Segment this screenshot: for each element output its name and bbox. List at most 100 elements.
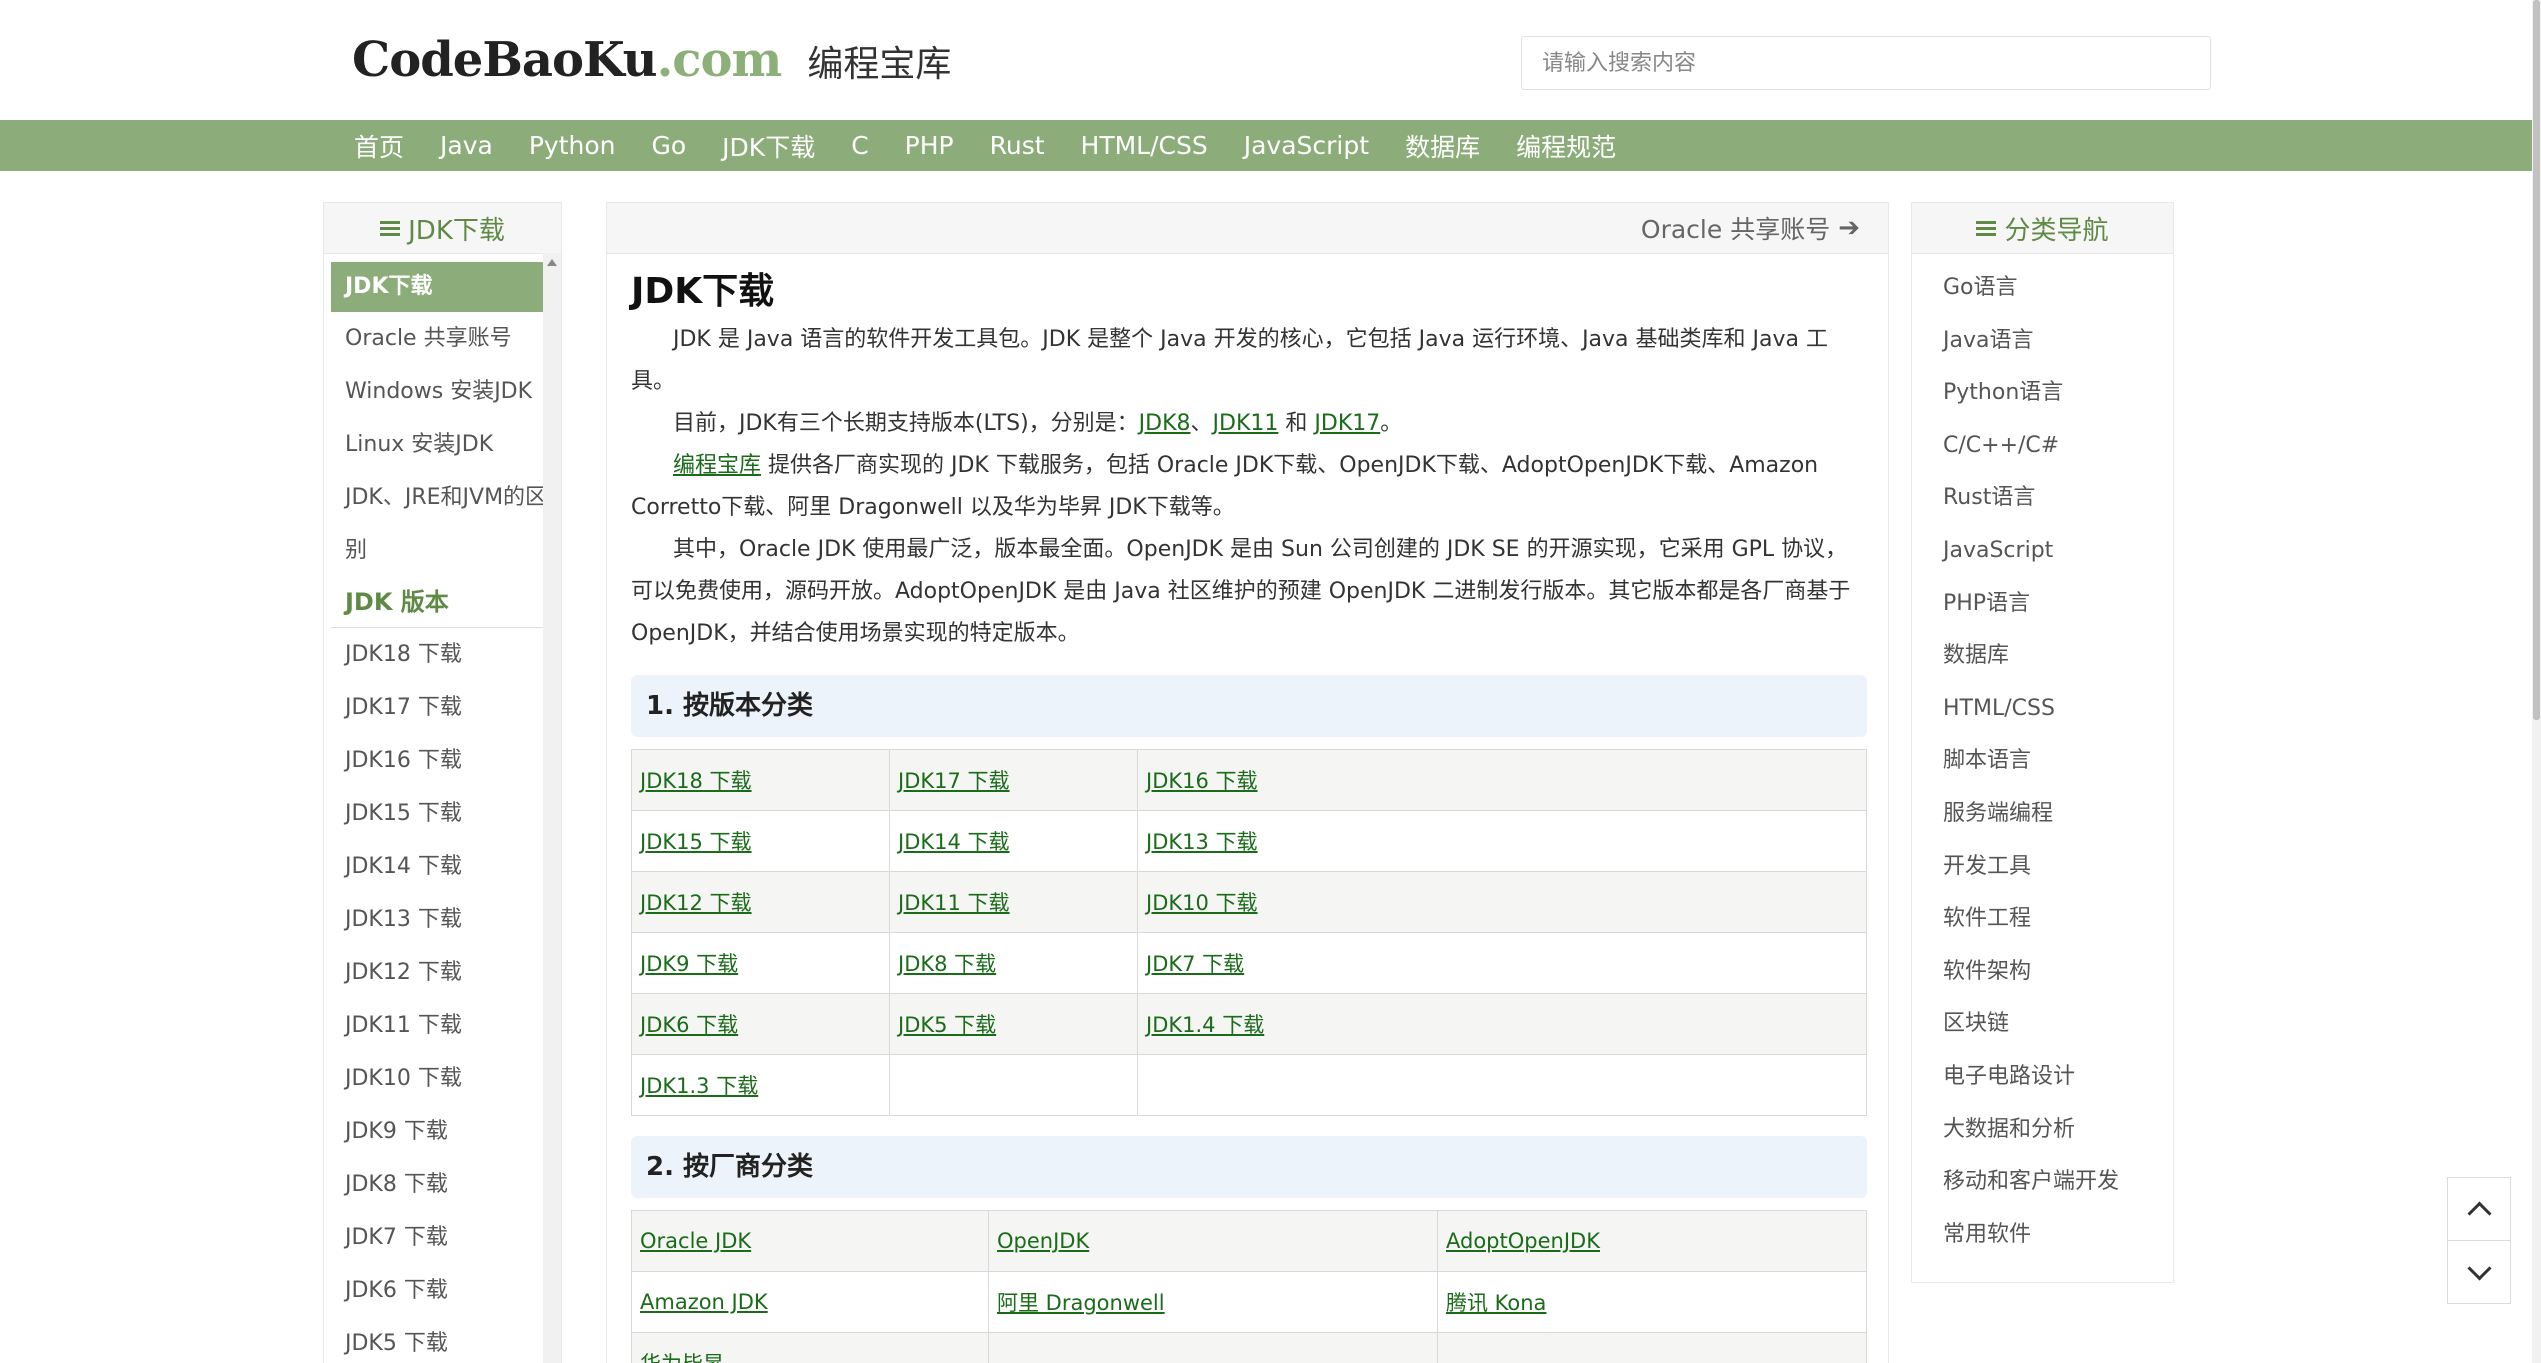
sidebar-item-jdk17[interactable]: JDK17 下载 [331,681,554,734]
nav-item-javascript[interactable]: JavaScript [1226,131,1387,160]
table-row: Amazon JDK 阿里 Dragonwell 腾讯 Kona [631,1271,1867,1333]
lts-paragraph: 目前，JDK有三个长期支持版本(LTS)，分别是：JDK8、JDK11 和 JD… [631,403,1867,445]
category-item-scripting[interactable]: 脚本语言 [1912,735,2173,788]
category-item-software-architecture[interactable]: 软件架构 [1912,946,2173,999]
category-item-software-engineering[interactable]: 软件工程 [1912,893,2173,946]
sidebar-item-jdk7[interactable]: JDK7 下载 [331,1211,554,1264]
link-jdk8[interactable]: JDK8 [1139,411,1191,436]
link-jdk5-download[interactable]: JDK5 下载 [898,1013,996,1037]
page-scrollbar-thumb[interactable] [2533,0,2540,720]
logo-tld: .com [656,32,783,88]
search-input[interactable] [1521,36,2211,90]
sidebar-item-jdk-download[interactable]: JDK下载 [331,262,554,312]
link-jdk13-download[interactable]: JDK13 下载 [1146,830,1258,854]
link-jdk6-download[interactable]: JDK6 下载 [640,1013,738,1037]
link-codebaoku[interactable]: 编程宝库 [673,453,761,478]
link-ali-dragonwell[interactable]: 阿里 Dragonwell [997,1291,1165,1315]
category-item-python[interactable]: Python语言 [1912,367,2173,420]
nav-item-html-css[interactable]: HTML/CSS [1063,131,1226,160]
category-item-c-cpp-csharp[interactable]: C/C++/C# [1912,420,2173,473]
category-item-go[interactable]: Go语言 [1912,262,2173,315]
table-cell [889,1054,1138,1116]
sidebar-item-jdk11[interactable]: JDK11 下载 [331,999,554,1052]
sidebar-item-jdk8[interactable]: JDK8 下载 [331,1158,554,1211]
nav-item-coding-standards[interactable]: 编程规范 [1498,128,1634,164]
link-jdk14-download[interactable]: JDK14 下载 [898,830,1010,854]
link-jdk12-download[interactable]: JDK12 下载 [640,891,752,915]
link-jdk1-3-download[interactable]: JDK1.3 下载 [640,1074,758,1098]
sidebar-item-linux-install[interactable]: Linux 安装JDK [331,418,554,471]
nav-item-python[interactable]: Python [511,131,634,160]
nav-item-home[interactable]: 首页 [336,128,422,164]
link-jdk1-4-download[interactable]: JDK1.4 下载 [1146,1013,1264,1037]
table-cell: Oracle JDK [631,1210,989,1272]
arrow-right-icon[interactable]: ➔ [1838,213,1860,243]
scroll-up-arrow-icon[interactable] [547,259,557,266]
category-item-common-software[interactable]: 常用软件 [1912,1209,2173,1262]
sidebar-item-jdk15[interactable]: JDK15 下载 [331,787,554,840]
sidebar-item-jdk12[interactable]: JDK12 下载 [331,946,554,999]
link-tencent-kona[interactable]: 腾讯 Kona [1446,1291,1546,1315]
category-item-javascript[interactable]: JavaScript [1912,525,2173,578]
category-item-circuit-design[interactable]: 电子电路设计 [1912,1051,2173,1104]
page-scrollbar[interactable] [2532,0,2541,1363]
scroll-to-bottom-button[interactable] [2447,1240,2511,1304]
sidebar-item-jdk5[interactable]: JDK5 下载 [331,1317,554,1363]
link-amazon-jdk[interactable]: Amazon JDK [640,1290,768,1314]
nav-item-java[interactable]: Java [422,131,511,160]
lts-text: 目前，JDK有三个长期支持版本(LTS)，分别是： [673,411,1139,436]
link-jdk11[interactable]: JDK11 [1213,411,1279,436]
link-jdk9-download[interactable]: JDK9 下载 [640,952,738,976]
category-item-blockchain[interactable]: 区块链 [1912,998,2173,1051]
link-oracle-jdk[interactable]: Oracle JDK [640,1229,751,1253]
category-item-html-css[interactable]: HTML/CSS [1912,683,2173,736]
link-jdk10-download[interactable]: JDK10 下载 [1146,891,1258,915]
table-cell: OpenJDK [988,1210,1438,1272]
category-item-mobile-client[interactable]: 移动和客户端开发 [1912,1156,2173,1209]
category-item-big-data[interactable]: 大数据和分析 [1912,1104,2173,1157]
link-openjdk[interactable]: OpenJDK [997,1229,1089,1253]
link-jdk16-download[interactable]: JDK16 下载 [1146,769,1258,793]
sidebar-item-jdk14[interactable]: JDK14 下载 [331,840,554,893]
nav-item-php[interactable]: PHP [887,131,972,160]
link-jdk17-download[interactable]: JDK17 下载 [898,769,1010,793]
main-nav: 首页 Java Python Go JDK下载 C PHP Rust HTML/… [0,120,2532,171]
category-item-php[interactable]: PHP语言 [1912,578,2173,631]
category-item-server[interactable]: 服务端编程 [1912,788,2173,841]
category-item-rust[interactable]: Rust语言 [1912,472,2173,525]
logo-brand: CodeBaoKu [352,32,658,88]
category-item-java[interactable]: Java语言 [1912,315,2173,368]
sidebar-item-jdk16[interactable]: JDK16 下载 [331,734,554,787]
oracle-account-link[interactable]: Oracle 共享账号 [1641,210,1830,246]
sidebar-item-jdk10[interactable]: JDK10 下载 [331,1052,554,1105]
scroll-to-top-button[interactable] [2447,1177,2511,1241]
nav-item-jdk-download[interactable]: JDK下载 [704,128,833,164]
table-cell: JDK16 下载 [1137,749,1867,811]
sidebar-item-jdk13[interactable]: JDK13 下载 [331,893,554,946]
link-huawei-bisheng[interactable]: 华为毕昇 [640,1352,724,1363]
link-jdk7-download[interactable]: JDK7 下载 [1146,952,1244,976]
sidebar-item-oracle-account[interactable]: Oracle 共享账号 [331,312,554,365]
nav-item-c[interactable]: C [833,131,886,160]
link-adoptopenjdk[interactable]: AdoptOpenJDK [1446,1229,1600,1253]
sidebar-item-jdk-jre-jvm[interactable]: JDK、JRE和JVM的区别 [331,471,554,577]
sidebar-item-jdk6[interactable]: JDK6 下载 [331,1264,554,1317]
table-cell: JDK5 下载 [889,993,1138,1055]
table-cell: 阿里 Dragonwell [988,1271,1438,1333]
nav-item-go[interactable]: Go [634,131,705,160]
site-logo[interactable]: CodeBaoKu .com 编程宝库 [352,32,951,102]
sidebar-item-jdk18[interactable]: JDK18 下载 [331,628,554,681]
nav-item-database[interactable]: 数据库 [1387,128,1498,164]
nav-item-rust[interactable]: Rust [972,131,1063,160]
link-jdk17[interactable]: JDK17 [1314,411,1380,436]
version-table: JDK18 下载 JDK17 下载 JDK16 下载 JDK15 下载 JDK1… [631,749,1867,1116]
category-item-dev-tools[interactable]: 开发工具 [1912,841,2173,894]
link-jdk11-download[interactable]: JDK11 下载 [898,891,1010,915]
sidebar-item-jdk9[interactable]: JDK9 下载 [331,1105,554,1158]
link-jdk15-download[interactable]: JDK15 下载 [640,830,752,854]
link-jdk8-download[interactable]: JDK8 下载 [898,952,996,976]
link-jdk18-download[interactable]: JDK18 下载 [640,769,752,793]
sidebar-item-windows-install[interactable]: Windows 安装JDK [331,365,554,418]
category-item-database[interactable]: 数据库 [1912,630,2173,683]
sidebar-scrollbar[interactable] [543,253,561,1363]
